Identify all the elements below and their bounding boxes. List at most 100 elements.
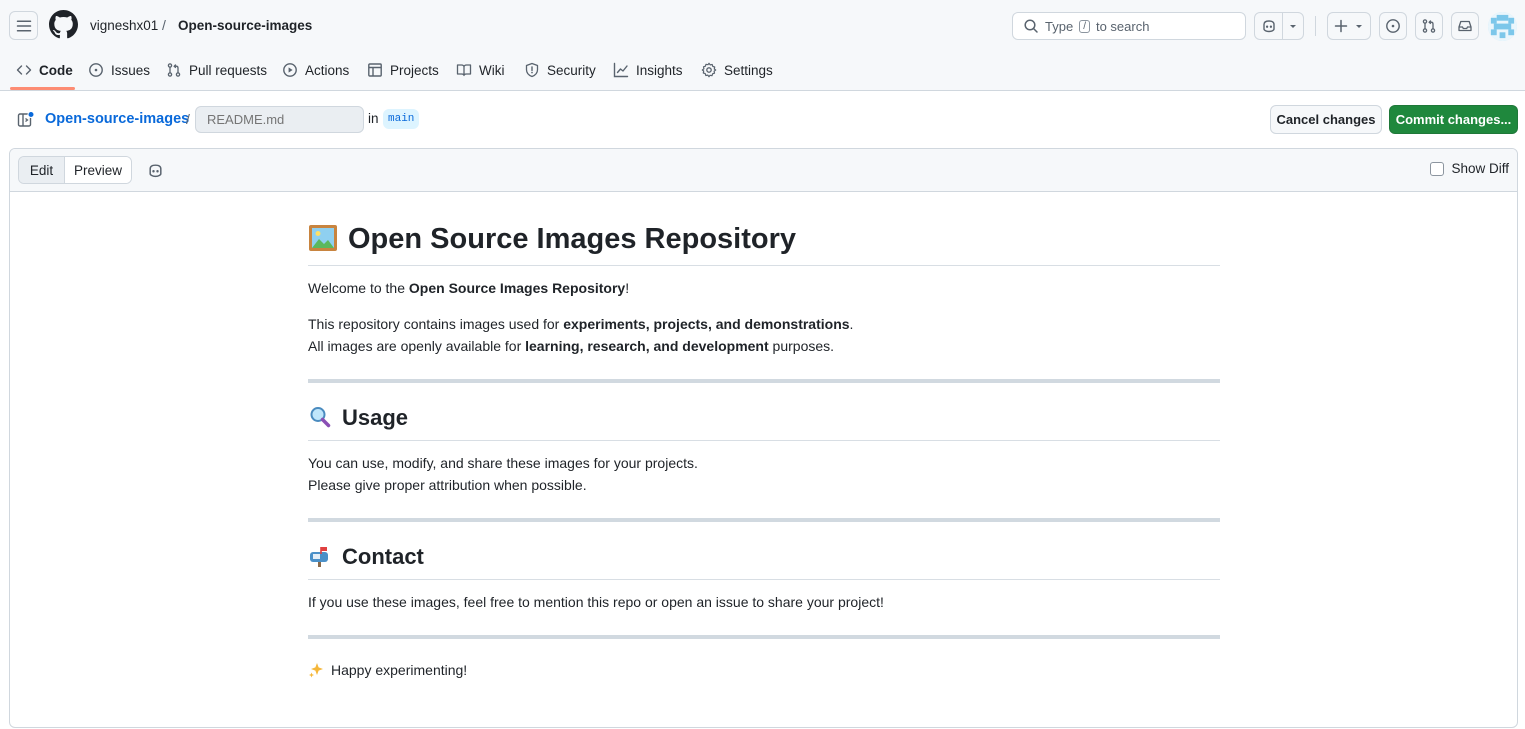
edit-tab[interactable]: Edit — [19, 157, 65, 183]
search-suffix: to search — [1095, 18, 1150, 34]
inbox-button[interactable] — [1451, 12, 1479, 40]
path-separator: / — [186, 111, 190, 127]
divider — [308, 635, 1220, 639]
closing-line: Happy experimenting! — [308, 659, 467, 681]
shield-icon — [525, 62, 539, 78]
sidebar-expand-icon — [17, 111, 35, 127]
create-new-button[interactable] — [1327, 12, 1371, 40]
header-divider — [1315, 16, 1316, 36]
tab-projects[interactable]: Projects — [367, 58, 439, 82]
repo-link[interactable]: Open-source-images — [178, 18, 312, 33]
tab-wiki[interactable]: Wiki — [456, 58, 505, 82]
welcome-post: ! — [625, 280, 630, 296]
search-input[interactable]: Type / to search — [1012, 12, 1246, 40]
copilot-button-group — [1254, 12, 1304, 40]
file-tree-toggle[interactable] — [17, 111, 35, 129]
hamburger-icon — [16, 20, 31, 31]
github-logo-icon[interactable] — [49, 10, 78, 39]
git-pull-request-icon — [167, 63, 181, 77]
identicon-icon — [1488, 12, 1517, 41]
show-diff-checkbox[interactable] — [1430, 161, 1445, 176]
search-icon — [1024, 19, 1038, 33]
tab-issues-label: Issues — [111, 62, 151, 78]
tab-security[interactable]: Security — [524, 58, 596, 82]
tab-actions-label: Actions — [305, 62, 350, 78]
sparkles-icon — [308, 662, 325, 679]
inbox-icon — [1458, 20, 1472, 32]
owner-link[interactable]: vigneshx01 — [90, 18, 158, 33]
table-icon — [368, 63, 382, 77]
tab-settings-label: Settings — [724, 62, 773, 78]
cancel-changes-button[interactable]: Cancel changes — [1270, 105, 1382, 134]
tab-code-label: Code — [39, 62, 73, 78]
tab-security-label: Security — [547, 62, 596, 78]
tab-actions[interactable]: Actions — [282, 58, 349, 82]
usage-line-1: You can use, modify, and share these ima… — [308, 455, 698, 471]
tab-code[interactable]: Code — [16, 58, 73, 82]
chevron-down-icon — [1290, 25, 1296, 28]
branch-in-label: in — [368, 111, 379, 126]
tab-projects-label: Projects — [390, 62, 439, 78]
copilot-button[interactable] — [1255, 13, 1283, 39]
copilot-icon — [1262, 20, 1275, 33]
issue-opened-icon — [1386, 19, 1400, 33]
plus-icon — [1334, 19, 1348, 33]
active-tab-indicator — [10, 87, 75, 90]
commit-changes-button[interactable]: Commit changes... — [1389, 105, 1518, 134]
usage-heading-text: Usage — [342, 405, 409, 430]
intro-line-2: All images are openly available for lear… — [308, 335, 834, 357]
menu-button[interactable] — [9, 11, 38, 40]
issues-button[interactable] — [1379, 12, 1407, 40]
filename-input[interactable] — [195, 106, 364, 133]
tab-insights[interactable]: Insights — [613, 58, 683, 82]
divider — [308, 518, 1220, 522]
tab-insights-label: Insights — [636, 62, 683, 78]
intro-line-1: This repository contains images used for… — [308, 313, 853, 335]
gear-icon — [701, 62, 717, 78]
tab-settings[interactable]: Settings — [701, 58, 773, 82]
usage-line-2: Please give proper attribution when poss… — [308, 477, 587, 493]
book-icon — [456, 64, 472, 77]
copilot-icon[interactable] — [147, 162, 164, 179]
path-repo-link[interactable]: Open-source-images — [45, 111, 189, 127]
tab-wiki-label: Wiki — [479, 62, 505, 78]
edit-preview-toggle: Edit Preview — [18, 156, 132, 184]
chevron-down-icon — [1356, 25, 1362, 28]
graph-icon — [613, 62, 629, 78]
intro2-pre: All images are openly available for — [308, 338, 526, 354]
tab-pull-requests-label: Pull requests — [189, 62, 268, 78]
global-header: vigneshx01 / Open-source-images Type / t… — [0, 0, 1525, 91]
code-icon — [16, 65, 32, 75]
magnifying-glass-icon — [308, 405, 332, 429]
intro2-post: purposes. — [768, 338, 835, 354]
copilot-dropdown-button[interactable] — [1283, 21, 1303, 31]
issue-opened-icon — [89, 63, 103, 77]
search-shortcut-key: / — [1079, 19, 1090, 33]
welcome-paragraph: Welcome to the Open Source Images Reposi… — [308, 277, 629, 299]
editor-toolbar: Edit Preview Show Diff — [10, 149, 1517, 192]
closing-text: Happy experimenting! — [331, 662, 468, 678]
usage-heading: Usage — [308, 405, 1220, 441]
preview-title: Open Source Images Repository — [308, 223, 1220, 266]
divider — [308, 379, 1220, 383]
tab-issues[interactable]: Issues — [88, 58, 150, 82]
avatar[interactable] — [1488, 12, 1517, 41]
editor-panel: Edit Preview Show Diff Open Source Image… — [9, 148, 1518, 728]
show-diff-label: Show Diff — [1451, 161, 1509, 176]
preview-tab[interactable]: Preview — [65, 157, 131, 183]
branch-badge[interactable]: main — [383, 109, 420, 129]
git-pull-request-icon — [1422, 19, 1436, 33]
mailbox-icon — [308, 544, 332, 568]
breadcrumb-separator: / — [162, 17, 166, 33]
search-prefix: Type — [1045, 18, 1074, 34]
welcome-bold: Open Source Images Repository — [408, 280, 626, 296]
preview-title-text: Open Source Images Repository — [348, 223, 797, 255]
welcome-pre: Welcome to the — [308, 280, 409, 296]
pull-requests-button[interactable] — [1415, 12, 1443, 40]
contact-heading: Contact — [308, 544, 1220, 580]
intro1-pre: This repository contains images used for — [308, 316, 564, 332]
framed-picture-icon — [308, 223, 338, 253]
show-diff-toggle[interactable]: Show Diff — [1430, 161, 1509, 176]
intro1-post: . — [849, 316, 854, 332]
tab-pull-requests[interactable]: Pull requests — [166, 58, 267, 82]
